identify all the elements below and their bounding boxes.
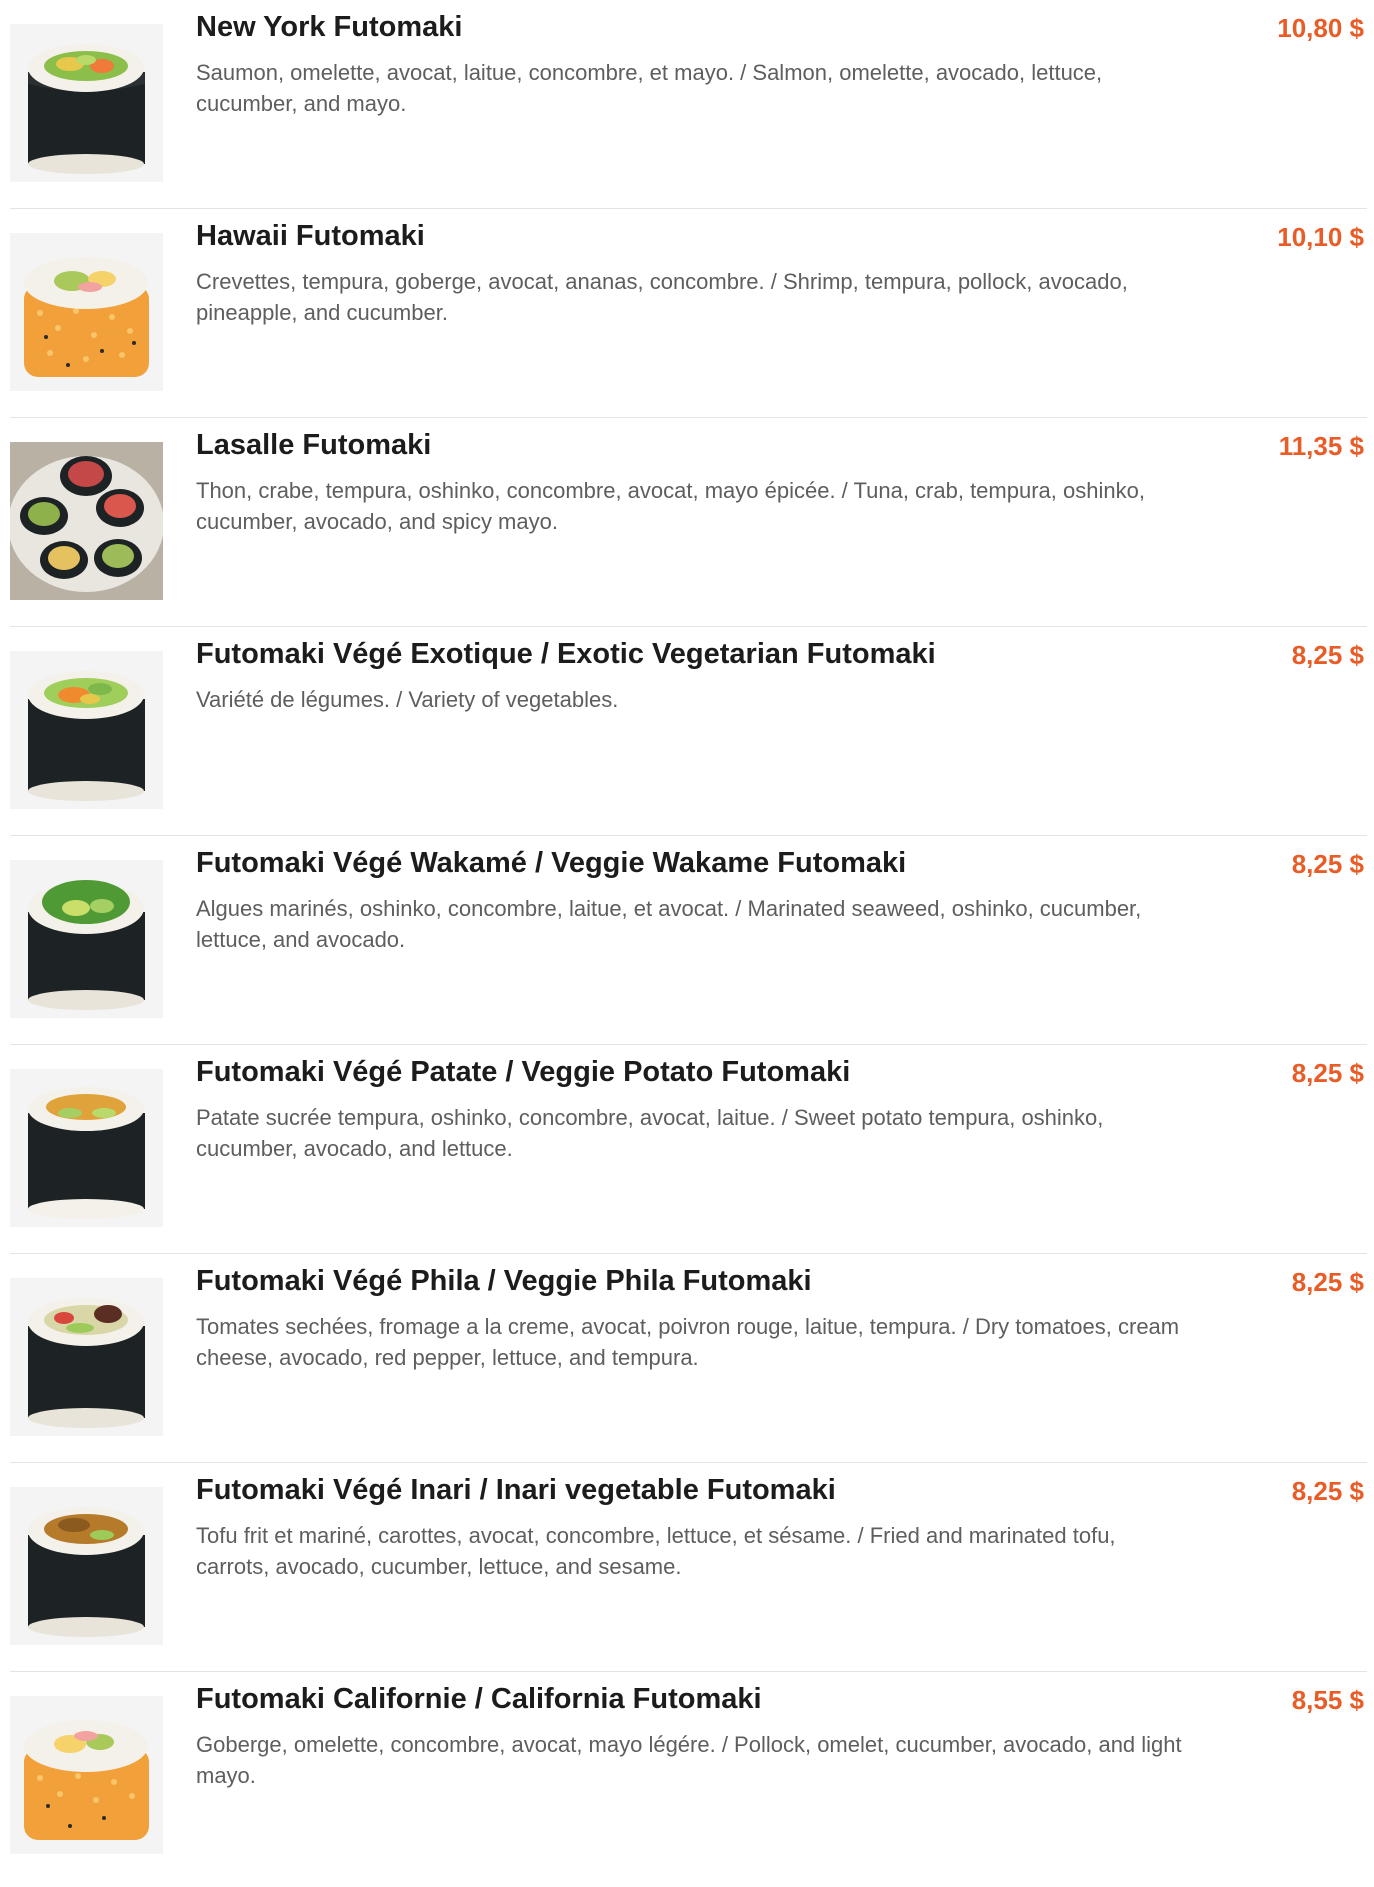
item-description: Tomates sechées, fromage a la creme, avo… [196, 1314, 1180, 1370]
item-price: 8,25 $ [1291, 1476, 1364, 1506]
menu-item[interactable]: Futomaki Végé Phila / Veggie Phila Futom… [10, 1254, 1367, 1463]
menu-list: New York Futomaki Saumon, omelette, avoc… [10, 0, 1367, 1881]
item-description: Crevettes, tempura, goberge, avocat, ana… [196, 269, 1128, 325]
dish-photo [10, 442, 163, 600]
futomaki-roll-photo [10, 1069, 163, 1227]
futomaki-roll-photo [10, 860, 163, 1018]
menu-item[interactable]: Futomaki Californie / California Futomak… [10, 1672, 1367, 1881]
plated-rolls-photo [10, 442, 163, 600]
item-name: Futomaki Californie / California Futomak… [196, 1683, 762, 1715]
futomaki-roll-photo [10, 1278, 163, 1436]
menu-item[interactable]: Futomaki Végé Exotique / Exotic Vegetari… [10, 627, 1367, 836]
item-price: 8,25 $ [1291, 1058, 1364, 1088]
item-price: 11,35 $ [1278, 431, 1364, 461]
menu-item[interactable]: New York Futomaki Saumon, omelette, avoc… [10, 0, 1367, 209]
item-price: 8,25 $ [1291, 1267, 1364, 1297]
item-description: Saumon, omelette, avocat, laitue, concom… [196, 60, 1103, 116]
item-price: 8,55 $ [1291, 1685, 1364, 1715]
menu-item[interactable]: Futomaki Végé Wakamé / Veggie Wakame Fut… [10, 836, 1367, 1045]
dish-photo [10, 1069, 163, 1227]
dish-photo [10, 1278, 163, 1436]
item-name: Futomaki Végé Wakamé / Veggie Wakame Fut… [196, 847, 907, 879]
futomaki-roll-photo [10, 651, 163, 809]
item-description: Thon, crabe, tempura, oshinko, concombre… [196, 478, 1145, 534]
item-description: Goberge, omelette, concombre, avocat, ma… [196, 1732, 1182, 1788]
item-name: Futomaki Végé Phila / Veggie Phila Futom… [196, 1265, 812, 1297]
futomaki-roll-photo [10, 24, 163, 182]
dish-photo [10, 233, 163, 391]
dish-photo [10, 1696, 163, 1854]
futomaki-roll-photo [10, 1487, 163, 1645]
item-price: 8,25 $ [1291, 640, 1364, 670]
item-name: Hawaii Futomaki [196, 220, 425, 252]
item-name: Futomaki Végé Patate / Veggie Potato Fut… [196, 1056, 851, 1088]
item-price: 8,25 $ [1291, 849, 1364, 879]
item-description: Tofu frit et mariné, carottes, avocat, c… [196, 1523, 1116, 1579]
item-price: 10,80 $ [1277, 13, 1364, 43]
item-name: Futomaki Végé Exotique / Exotic Vegetari… [196, 638, 936, 670]
orange-roe-roll-photo [10, 233, 163, 391]
item-description: Algues marinés, oshinko, concombre, lait… [196, 896, 1142, 952]
item-description: Patate sucrée tempura, oshinko, concombr… [196, 1105, 1104, 1161]
dish-photo [10, 24, 163, 182]
menu-item[interactable]: Futomaki Végé Inari / Inari vegetable Fu… [10, 1463, 1367, 1672]
menu-item[interactable]: Futomaki Végé Patate / Veggie Potato Fut… [10, 1045, 1367, 1254]
dish-photo [10, 1487, 163, 1645]
item-description: Variété de légumes. / Variety of vegetab… [196, 687, 619, 712]
orange-roe-roll-photo [10, 1696, 163, 1854]
item-name: Futomaki Végé Inari / Inari vegetable Fu… [196, 1474, 836, 1506]
item-name: New York Futomaki [196, 11, 463, 43]
item-name: Lasalle Futomaki [196, 429, 432, 461]
menu-item[interactable]: Lasalle Futomaki Thon, crabe, tempura, o… [10, 418, 1367, 627]
item-price: 10,10 $ [1277, 222, 1364, 252]
dish-photo [10, 651, 163, 809]
dish-photo [10, 860, 163, 1018]
menu-item[interactable]: Hawaii Futomaki Crevettes, tempura, gobe… [10, 209, 1367, 418]
